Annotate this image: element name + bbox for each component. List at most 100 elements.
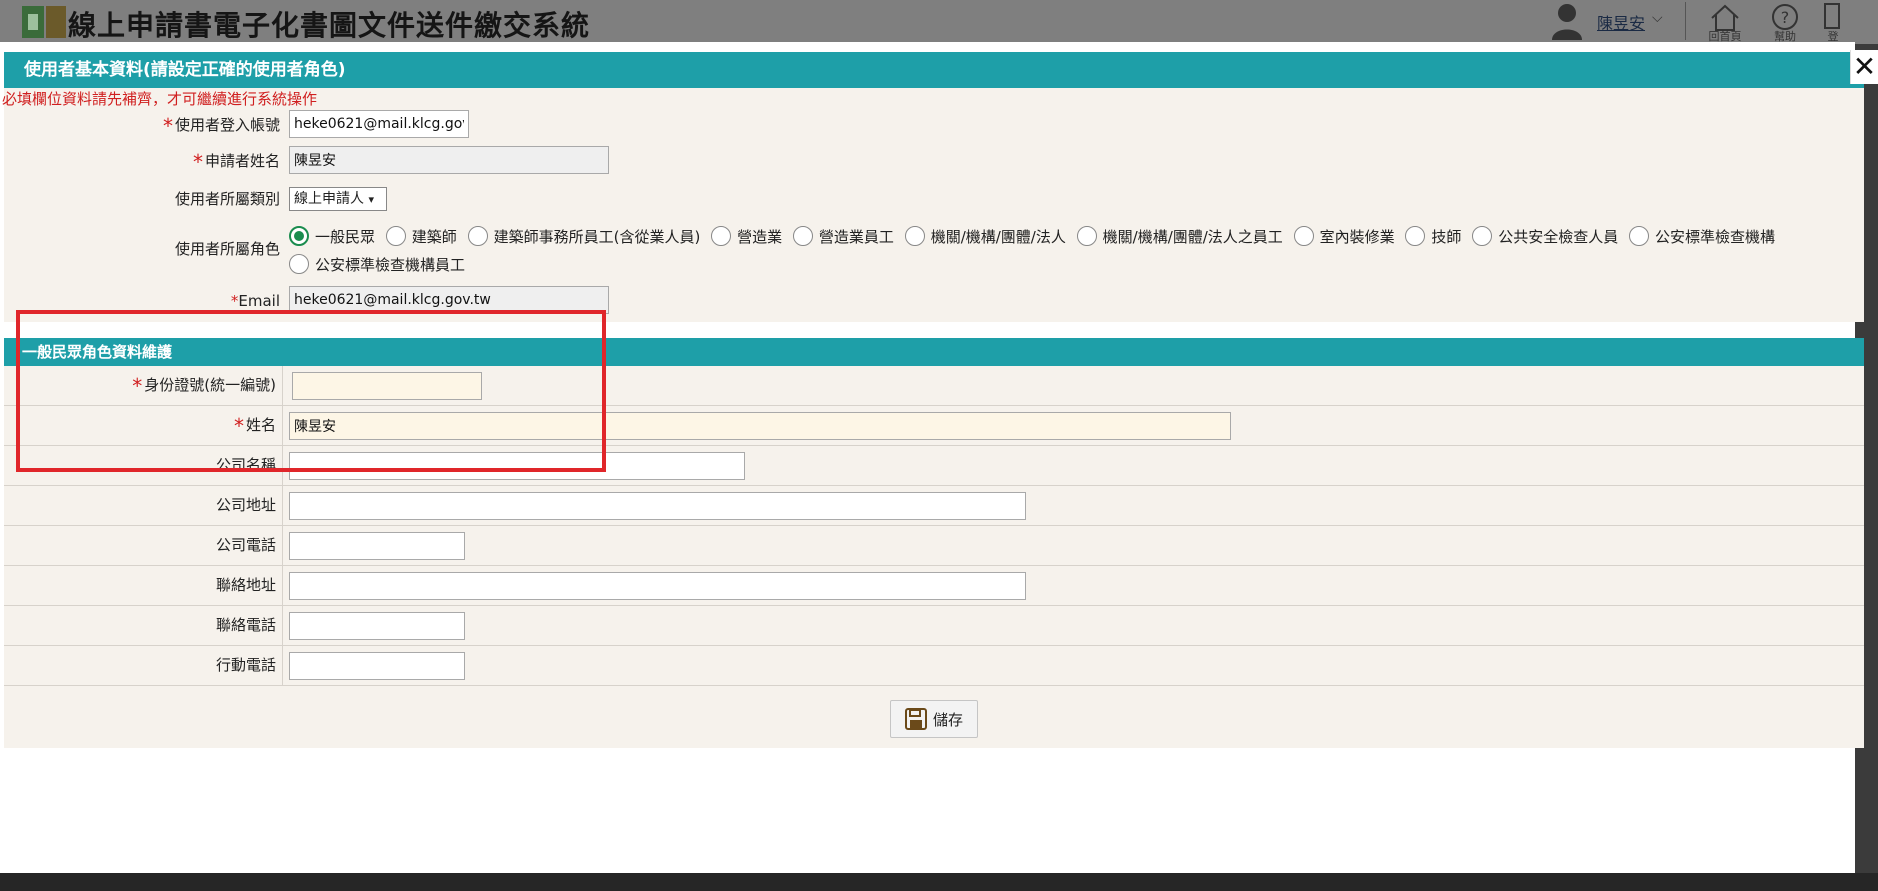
radio-button[interactable] bbox=[1628, 226, 1649, 246]
role-option-label: 公安標準檢查機構員工 bbox=[315, 255, 466, 274]
mobile-phone-label: 行動電話 bbox=[4, 646, 283, 685]
user-profile-modal: 使用者基本資料(請設定正確的使用者角色) 必填欄位資料請先補齊，才可繼續進行系統… bbox=[0, 42, 1878, 873]
save-button[interactable]: 儲存 bbox=[890, 700, 978, 738]
mobile-phone-row: 行動電話 bbox=[4, 646, 1864, 686]
id-number-row: * 身份證號(統一編號) bbox=[4, 366, 1864, 406]
role-radio-option[interactable]: 營造業員工 bbox=[792, 222, 894, 250]
user-menu-link[interactable]: 陳昱安 bbox=[1597, 10, 1645, 34]
contact-address-row: 聯絡地址 bbox=[4, 566, 1864, 606]
id-number-field[interactable] bbox=[292, 372, 482, 400]
applicant-label: 申請者姓名 bbox=[204, 152, 280, 170]
radio-button[interactable] bbox=[385, 226, 406, 246]
radio-button[interactable] bbox=[904, 226, 925, 246]
role-radio-option[interactable]: 公安標準檢查機構 bbox=[1628, 222, 1775, 250]
basic-info-panel: 使用者基本資料(請設定正確的使用者角色) 必填欄位資料請先補齊，才可繼續進行系統… bbox=[2, 52, 1864, 322]
role-radio-option[interactable]: 建築師 bbox=[385, 222, 457, 250]
role-radio-group: 一般民眾 建築師 建築師事務所員工(含從業人員) 營造業 營造業員工 機關/機構… bbox=[289, 222, 1789, 278]
company-name-field[interactable] bbox=[289, 452, 745, 480]
company-phone-label: 公司電話 bbox=[4, 526, 283, 565]
company-name-row: 公司名稱 bbox=[4, 446, 1864, 486]
account-label: 使用者登入帳號 bbox=[174, 116, 280, 134]
app-header: 線上申請書電子化書圖文件送件繳交系統 陳昱安 ⌵ 回首頁 ? 幫助 登 bbox=[0, 0, 1878, 44]
user-avatar-icon bbox=[1552, 4, 1582, 40]
role-label: 使用者所屬角色 bbox=[174, 240, 280, 258]
contact-address-label: 聯絡地址 bbox=[4, 566, 283, 605]
applicant-name-field[interactable] bbox=[289, 146, 609, 174]
company-address-label: 公司地址 bbox=[4, 486, 283, 525]
role-option-label: 建築師事務所員工(含從業人員) bbox=[493, 227, 701, 246]
help-button[interactable]: ? 幫助 bbox=[1765, 2, 1805, 43]
role-radio-option[interactable]: 機關/機構/團體/法人 bbox=[904, 222, 1066, 250]
role-radio-option[interactable]: 公共安全檢查人員 bbox=[1472, 222, 1618, 250]
category-select[interactable]: 線上申請人 ▾ bbox=[289, 187, 387, 211]
email-label-wrap: *Email bbox=[4, 292, 280, 310]
category-selected: 線上申請人 bbox=[294, 191, 364, 207]
role-radio-option[interactable]: 技師 bbox=[1405, 222, 1461, 250]
role-radio-option[interactable]: 公安標準檢查機構員工 bbox=[289, 250, 465, 278]
radio-button[interactable] bbox=[289, 254, 309, 274]
id-number-label-wrap: * 身份證號(統一編號) bbox=[4, 366, 283, 405]
radio-button[interactable] bbox=[1076, 226, 1097, 246]
required-notice: 必填欄位資料請先補齊，才可繼續進行系統操作 bbox=[2, 90, 318, 108]
role-data-header: 一般民眾角色資料維護 bbox=[4, 338, 1864, 366]
role-option-label: 技師 bbox=[1431, 227, 1462, 246]
role-option-label: 建築師 bbox=[411, 227, 457, 246]
home-button[interactable]: 回首頁 bbox=[1705, 2, 1745, 43]
logout-button[interactable]: 登 bbox=[1818, 2, 1848, 43]
role-radio-option[interactable]: 建築師事務所員工(含從業人員) bbox=[467, 222, 701, 250]
svg-text:?: ? bbox=[1781, 8, 1790, 27]
radio-button[interactable] bbox=[1472, 226, 1493, 246]
radio-button[interactable] bbox=[711, 226, 732, 246]
floppy-disk-icon bbox=[904, 708, 927, 730]
role-radio-option[interactable]: 機關/機構/團體/法人之員工 bbox=[1076, 222, 1283, 250]
role-radio-option[interactable]: 室內裝修業 bbox=[1293, 222, 1395, 250]
contact-phone-label: 聯絡電話 bbox=[4, 606, 283, 645]
chevron-down-icon: ▾ bbox=[368, 193, 374, 206]
company-address-row: 公司地址 bbox=[4, 486, 1864, 526]
role-radio-option[interactable]: 一般民眾 bbox=[289, 222, 375, 250]
basic-info-header: 使用者基本資料(請設定正確的使用者角色) bbox=[4, 52, 1864, 88]
required-asterisk: * bbox=[192, 150, 203, 174]
save-area: 儲存 bbox=[4, 686, 1864, 756]
email-field[interactable] bbox=[289, 286, 609, 314]
save-label: 儲存 bbox=[932, 710, 963, 729]
app-title: 線上申請書電子化書圖文件送件繳交系統 bbox=[68, 9, 591, 42]
category-row: 使用者所屬類別 線上申請人 ▾ bbox=[4, 184, 1864, 222]
role-radio-option[interactable]: 營造業 bbox=[711, 222, 782, 250]
name-row: * 姓名 bbox=[4, 406, 1864, 446]
company-phone-field[interactable] bbox=[289, 532, 465, 560]
email-row: *Email bbox=[4, 286, 1864, 316]
mobile-phone-field[interactable] bbox=[289, 652, 465, 680]
contact-phone-field[interactable] bbox=[289, 612, 465, 640]
company-address-field[interactable] bbox=[289, 492, 1026, 520]
applicant-row: * 申請者姓名 bbox=[4, 146, 1864, 184]
app-logo-icon bbox=[22, 6, 66, 38]
role-option-label: 機關/機構/團體/法人 bbox=[930, 227, 1066, 246]
required-asterisk: * bbox=[162, 114, 173, 138]
role-option-label: 營造業 bbox=[737, 227, 783, 246]
company-phone-row: 公司電話 bbox=[4, 526, 1864, 566]
chevron-down-icon[interactable]: ⌵ bbox=[1652, 10, 1663, 26]
radio-button[interactable] bbox=[792, 226, 813, 246]
close-button[interactable]: ✕ bbox=[1850, 50, 1878, 84]
bottom-bar bbox=[0, 873, 1878, 891]
role-option-label: 室內裝修業 bbox=[1319, 227, 1395, 246]
role-option-label: 一般民眾 bbox=[315, 227, 376, 246]
contact-phone-row: 聯絡電話 bbox=[4, 606, 1864, 646]
account-row: * 使用者登入帳號 bbox=[4, 110, 1864, 146]
email-label: Email bbox=[238, 292, 280, 310]
radio-button[interactable] bbox=[1405, 226, 1426, 246]
name-field[interactable] bbox=[289, 412, 1231, 440]
radio-button[interactable] bbox=[467, 226, 488, 246]
role-data-panel: 一般民眾角色資料維護 *身份證號(統一編號) *姓名 公司名稱 公司地址 公司電… bbox=[4, 338, 1864, 748]
category-label: 使用者所屬類別 bbox=[174, 190, 280, 208]
radio-button[interactable] bbox=[289, 226, 309, 246]
required-asterisk: * bbox=[233, 414, 244, 438]
company-name-label: 公司名稱 bbox=[4, 446, 283, 485]
required-asterisk: * bbox=[132, 374, 143, 398]
name-label: 姓名 bbox=[245, 416, 276, 434]
contact-address-field[interactable] bbox=[289, 572, 1026, 600]
radio-button[interactable] bbox=[1293, 226, 1314, 246]
header-divider bbox=[1685, 2, 1686, 40]
account-field[interactable] bbox=[289, 110, 469, 138]
